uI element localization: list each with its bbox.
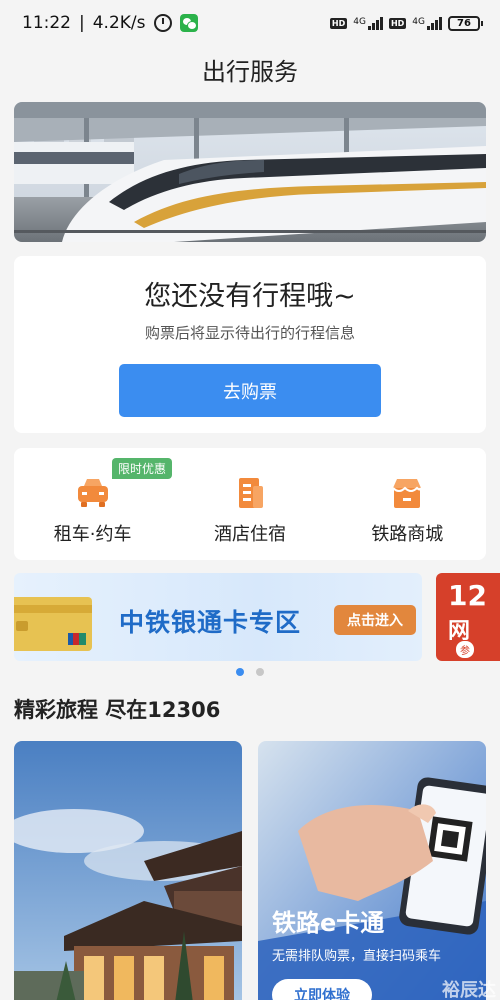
- train-image: [14, 102, 486, 242]
- service-hotel[interactable]: 酒店住宿: [171, 448, 328, 560]
- bank-card-ad[interactable]: 中铁银通卡专区 点击进入: [14, 573, 422, 661]
- carousel-indicator: [0, 668, 500, 676]
- feature-subtitle: 无需排队购票，直接扫码乘车: [272, 949, 442, 964]
- status-bar: 11:22 | 4.2K/s HD 4G HD 4G 76: [0, 0, 500, 46]
- battery-icon: 76: [448, 15, 483, 31]
- next-ad-banner[interactable]: 12 网 参: [436, 573, 500, 661]
- resort-image: [14, 741, 242, 1000]
- bank-card-image: [14, 597, 92, 651]
- feature-card-ecard[interactable]: 铁路e卡通 无需排队购票，直接扫码乘车 立即体验: [258, 741, 486, 1000]
- feature-card-travel[interactable]: [14, 741, 242, 1000]
- shop-icon: [392, 479, 423, 508]
- buy-ticket-button[interactable]: 去购票: [119, 364, 381, 417]
- next-ad-badge: 参: [456, 641, 474, 658]
- promo-badge: 限时优惠: [112, 458, 173, 479]
- watermark: 裕辰达: [442, 980, 496, 1000]
- hotel-icon: [238, 478, 263, 508]
- next-ad-number: 12: [448, 579, 487, 612]
- try-now-button[interactable]: 立即体验: [272, 979, 372, 1000]
- page-title: 出行服务: [202, 58, 298, 86]
- hd-icon-2: HD: [388, 17, 407, 29]
- carousel-dot[interactable]: [256, 668, 264, 676]
- carousel-dot-active[interactable]: [236, 668, 244, 676]
- feature-title: 铁路e卡通: [272, 909, 385, 937]
- empty-trip-subtitle: 购票后将显示待出行的行程信息: [144, 324, 355, 342]
- network-speed: 4.2K/s: [92, 13, 146, 33]
- train-banner[interactable]: [14, 102, 486, 242]
- hd-icon: HD: [329, 17, 348, 29]
- wechat-icon: [179, 14, 198, 32]
- signal-icon-1: 4G: [353, 16, 383, 30]
- service-shop[interactable]: 铁路商城: [329, 448, 486, 560]
- enter-button[interactable]: 点击进入: [334, 605, 416, 635]
- clock: 11:22: [22, 13, 71, 33]
- section-title: 精彩旅程 尽在12306: [14, 698, 221, 722]
- service-label: 酒店住宿: [213, 524, 286, 545]
- ad-title: 中铁银通卡专区: [119, 608, 302, 637]
- alarm-icon: [153, 14, 172, 32]
- car-icon: [77, 479, 108, 507]
- signal-icon-2: 4G: [412, 16, 442, 30]
- service-label: 铁路商城: [371, 524, 444, 545]
- service-label: 租车·约车: [53, 524, 132, 545]
- empty-trip-title: 您还没有行程哦~: [144, 281, 356, 312]
- trip-card: 您还没有行程哦~ 购票后将显示待出行的行程信息 去购票: [14, 256, 486, 433]
- service-grid: 租车·约车 酒店住宿 铁路商城 限时优惠: [14, 448, 486, 560]
